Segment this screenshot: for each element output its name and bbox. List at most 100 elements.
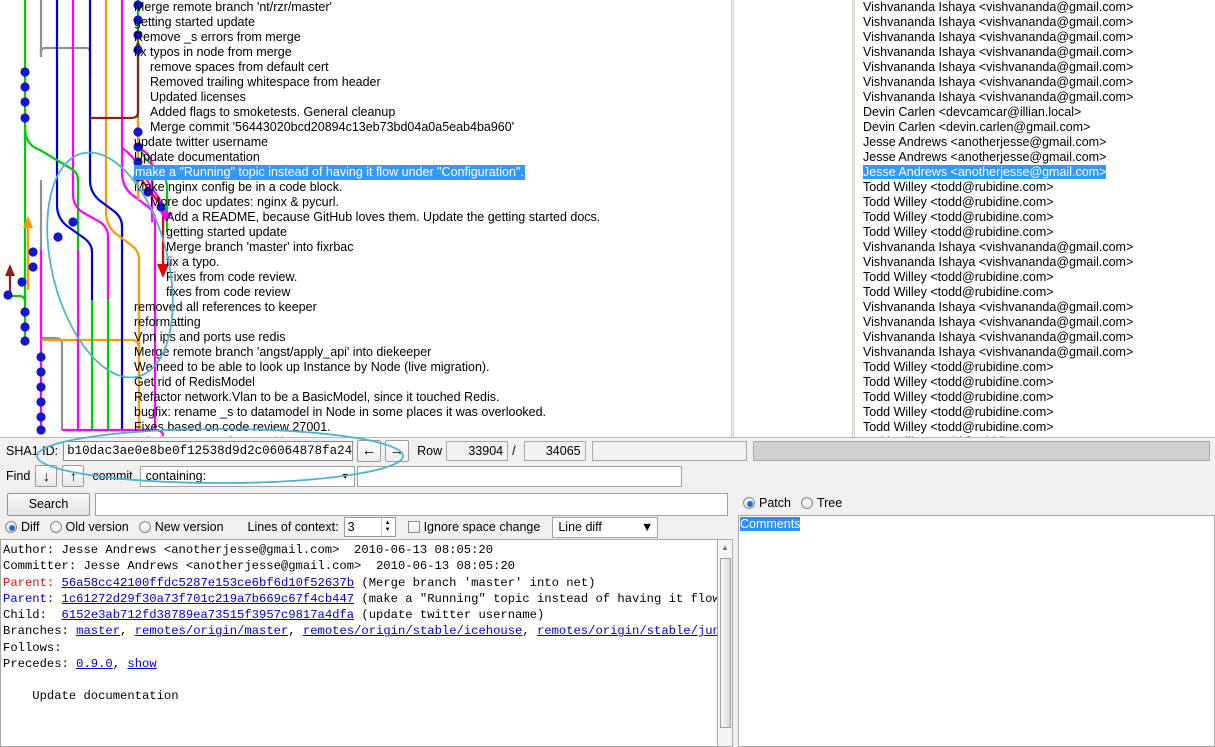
commit-row[interactable]: reformatting xyxy=(0,315,731,330)
commit-subject-list[interactable]: Merge remote branch 'nt/rzr/master' getti… xyxy=(0,0,731,437)
commit-row[interactable]: Make nginx config be in a code block. xyxy=(0,180,731,195)
commit-author[interactable]: Vishvananda Ishaya <vishvananda@gmail.co… xyxy=(856,90,1215,105)
branch-link[interactable]: remotes/origin/stable/icehouse xyxy=(303,624,522,638)
commit-row[interactable]: Merge remote branch 'angst/apply_api' in… xyxy=(0,345,731,360)
radio-new-version[interactable]: New version xyxy=(138,520,224,534)
stepper-arrows-icon[interactable]: ▲ ▼ xyxy=(380,518,394,536)
commit-row[interactable]: fix typos in node from merge xyxy=(0,45,731,60)
patch-tree-row[interactable]: Patch Tree xyxy=(736,492,852,514)
diff-options-row[interactable]: Diff Old version New version Lines of co… xyxy=(0,515,733,539)
commit-list-pane[interactable]: Merge remote branch 'nt/rzr/master' getti… xyxy=(0,0,1215,437)
commit-author[interactable]: Todd Willey <todd@rubidine.com> xyxy=(856,390,1215,405)
commit-author[interactable]: Vishvananda Ishaya <vishvananda@gmail.co… xyxy=(856,345,1215,360)
commit-author[interactable]: Vishvananda Ishaya <vishvananda@gmail.co… xyxy=(856,240,1215,255)
scroll-up-icon[interactable]: ▲ xyxy=(718,540,732,555)
commit-row[interactable]: Added flags to smoketests. General clean… xyxy=(0,105,731,120)
commit-author[interactable]: Jesse Andrews <anotherjesse@gmail.com> xyxy=(856,165,1215,180)
branch-link[interactable]: master xyxy=(76,624,120,638)
sha-extra-field[interactable] xyxy=(591,440,747,461)
diff-scrollbar-thumb[interactable] xyxy=(720,558,731,728)
branch-link[interactable]: remotes/origin/stable/juno xyxy=(537,624,727,638)
commit-author[interactable]: Todd Willey <todd@rubidine.com> xyxy=(856,285,1215,300)
commit-row[interactable]: We need to be able to look up Instance b… xyxy=(0,360,731,375)
commit-row[interactable]: fixes from code review xyxy=(0,285,731,300)
commit-row[interactable]: bugfix: rename _s to datamodel in Node i… xyxy=(0,405,731,420)
commit-row[interactable]: Add a README, because GitHub loves them.… xyxy=(0,210,731,225)
commit-author[interactable]: Vishvananda Ishaya <vishvananda@gmail.co… xyxy=(856,0,1215,15)
commit-author[interactable]: Vishvananda Ishaya <vishvananda@gmail.co… xyxy=(856,75,1215,90)
file-list-item[interactable]: Comments xyxy=(739,516,1214,532)
commit-row[interactable]: fix a typo. xyxy=(0,255,731,270)
precedes-tag-link[interactable]: 0.9.0 xyxy=(76,657,113,671)
commit-row[interactable]: getting started update xyxy=(0,15,731,30)
diff-style-select[interactable]: Line diff ▼ xyxy=(552,516,659,538)
precedes-show-link[interactable]: show xyxy=(127,657,156,671)
parent-sha-link[interactable]: 1c61272d29f30a73f701c219a7b669c67f4cb447 xyxy=(62,592,355,606)
radio-patch[interactable]: Patch xyxy=(743,496,791,510)
lines-of-context-stepper[interactable]: 3 ▲ ▼ xyxy=(343,517,396,537)
commit-row[interactable]: Get rid of RedisModel xyxy=(0,375,731,390)
commit-author[interactable]: Vishvananda Ishaya <vishvananda@gmail.co… xyxy=(856,315,1215,330)
commit-graph-column[interactable]: Merge remote branch 'nt/rzr/master' getti… xyxy=(0,0,731,437)
commit-author[interactable]: Devin Carlen <devin.carlen@gmail.com> xyxy=(856,120,1215,135)
commit-row[interactable]: Merge branch 'master' into fixrbac xyxy=(0,240,731,255)
search-input[interactable] xyxy=(95,492,728,516)
parent-sha-link[interactable]: 56a58cc42100ffdc5287e153ce6bf6d10f52637b xyxy=(62,576,355,590)
commit-author[interactable]: Todd Willey <todd@rubidine.com> xyxy=(856,405,1215,420)
search-button[interactable]: Search xyxy=(7,492,90,516)
commit-author[interactable]: Todd Willey <todd@rubidine.com> xyxy=(856,180,1215,195)
commit-row[interactable]: remove spaces from default cert xyxy=(0,60,731,75)
commit-row[interactable]: getting started update xyxy=(0,225,731,240)
pane-divider-subject-author[interactable] xyxy=(731,0,734,437)
commit-row[interactable]: Removed trailing whitespace from header xyxy=(0,75,731,90)
commit-author[interactable]: Todd Willey <todd@rubidine.com> xyxy=(856,270,1215,285)
commit-author[interactable]: Vishvananda Ishaya <vishvananda@gmail.co… xyxy=(856,255,1215,270)
commit-author[interactable]: Vishvananda Ishaya <vishvananda@gmail.co… xyxy=(856,15,1215,30)
commit-author[interactable]: Vishvananda Ishaya <vishvananda@gmail.co… xyxy=(856,60,1215,75)
commit-row[interactable]: Refactor network.Vlan to be a BasicModel… xyxy=(0,390,731,405)
commit-row[interactable]: Updated licenses xyxy=(0,90,731,105)
commit-row[interactable]: update twitter username xyxy=(0,135,731,150)
commit-author[interactable]: Todd Willey <todd@rubidine.com> xyxy=(856,360,1215,375)
find-next-button[interactable]: ↓ xyxy=(35,465,58,487)
commit-author[interactable]: Devin Carlen <devcamcar@illian.local> xyxy=(856,105,1215,120)
commit-row[interactable]: removed all references to keeper xyxy=(0,300,731,315)
find-prev-button[interactable]: ↑ xyxy=(62,465,85,487)
ignore-space-checkbox[interactable] xyxy=(407,521,420,533)
commit-author-column[interactable]: Vishvananda Ishaya <vishvananda@gmail.co… xyxy=(856,0,1215,437)
commit-author[interactable]: Todd Willey <todd@rubidine.com> xyxy=(856,420,1215,435)
commit-author[interactable]: Todd Willey <todd@rubidine.com> xyxy=(856,195,1215,210)
commit-author[interactable]: Vishvananda Ishaya <vishvananda@gmail.co… xyxy=(856,45,1215,60)
commit-row[interactable]: make a "Running" topic instead of having… xyxy=(0,165,731,180)
radio-old-version[interactable]: Old version xyxy=(49,520,129,534)
radio-tree[interactable]: Tree xyxy=(800,496,842,510)
commit-row[interactable]: Update documentation xyxy=(0,150,731,165)
commit-row[interactable]: Vpn ips and ports use redis xyxy=(0,330,731,345)
find-toolbar[interactable]: Find ↓ ↑ commit containing: ▼ xyxy=(0,463,1215,489)
branches-list[interactable]: master, remotes/origin/master, remotes/o… xyxy=(76,624,727,638)
branch-link[interactable]: remotes/origin/master xyxy=(135,624,289,638)
commit-author[interactable]: Jesse Andrews <anotherjesse@gmail.com> xyxy=(856,150,1215,165)
commit-row[interactable]: Remove _s errors from merge xyxy=(0,30,731,45)
sha1-toolbar[interactable]: SHA1 ID: b10dac3ae0e8be0f12538d9d2c06064… xyxy=(0,437,1215,463)
commit-row[interactable]: Fixes based on code review 27001. xyxy=(0,420,731,435)
diff-scrollbar[interactable]: ▲ xyxy=(717,539,733,747)
commit-author[interactable]: Vishvananda Ishaya <vishvananda@gmail.co… xyxy=(856,300,1215,315)
commit-author[interactable]: Jesse Andrews <anotherjesse@gmail.com> xyxy=(856,135,1215,150)
commit-row[interactable]: Merge remote branch 'nt/rzr/master' xyxy=(0,0,731,15)
sha1-input[interactable]: b10dac3ae0e8be0f12538d9d2c06064878fa24d6 xyxy=(63,440,354,461)
changed-files-list[interactable]: Comments xyxy=(738,515,1215,747)
commit-author[interactable]: Todd Willey <todd@rubidine.com> xyxy=(856,225,1215,240)
commit-author[interactable]: Vishvananda Ishaya <vishvananda@gmail.co… xyxy=(856,330,1215,345)
commit-author[interactable]: Vishvananda Ishaya <vishvananda@gmail.co… xyxy=(856,30,1215,45)
find-query-input[interactable] xyxy=(356,465,682,487)
commit-details-view[interactable]: Author: Jesse Andrews <anotherjesse@gmai… xyxy=(0,539,733,747)
commit-row[interactable]: Fixes from code review. xyxy=(0,270,731,285)
pane-divider-author-date[interactable] xyxy=(852,0,855,437)
commit-author[interactable]: Todd Willey <todd@rubidine.com> xyxy=(856,210,1215,225)
commit-author[interactable]: Todd Willey <todd@rubidine.com> xyxy=(856,375,1215,390)
commit-row[interactable]: Merge commit '56443020bcd20894c13eb73bd0… xyxy=(0,120,731,135)
find-mode-select[interactable]: containing: ▼ xyxy=(139,465,355,487)
child-sha-link[interactable]: 6152e3ab712fd38789ea73515f3957c9817a4dfa xyxy=(62,608,355,622)
radio-diff[interactable]: Diff xyxy=(5,520,40,534)
